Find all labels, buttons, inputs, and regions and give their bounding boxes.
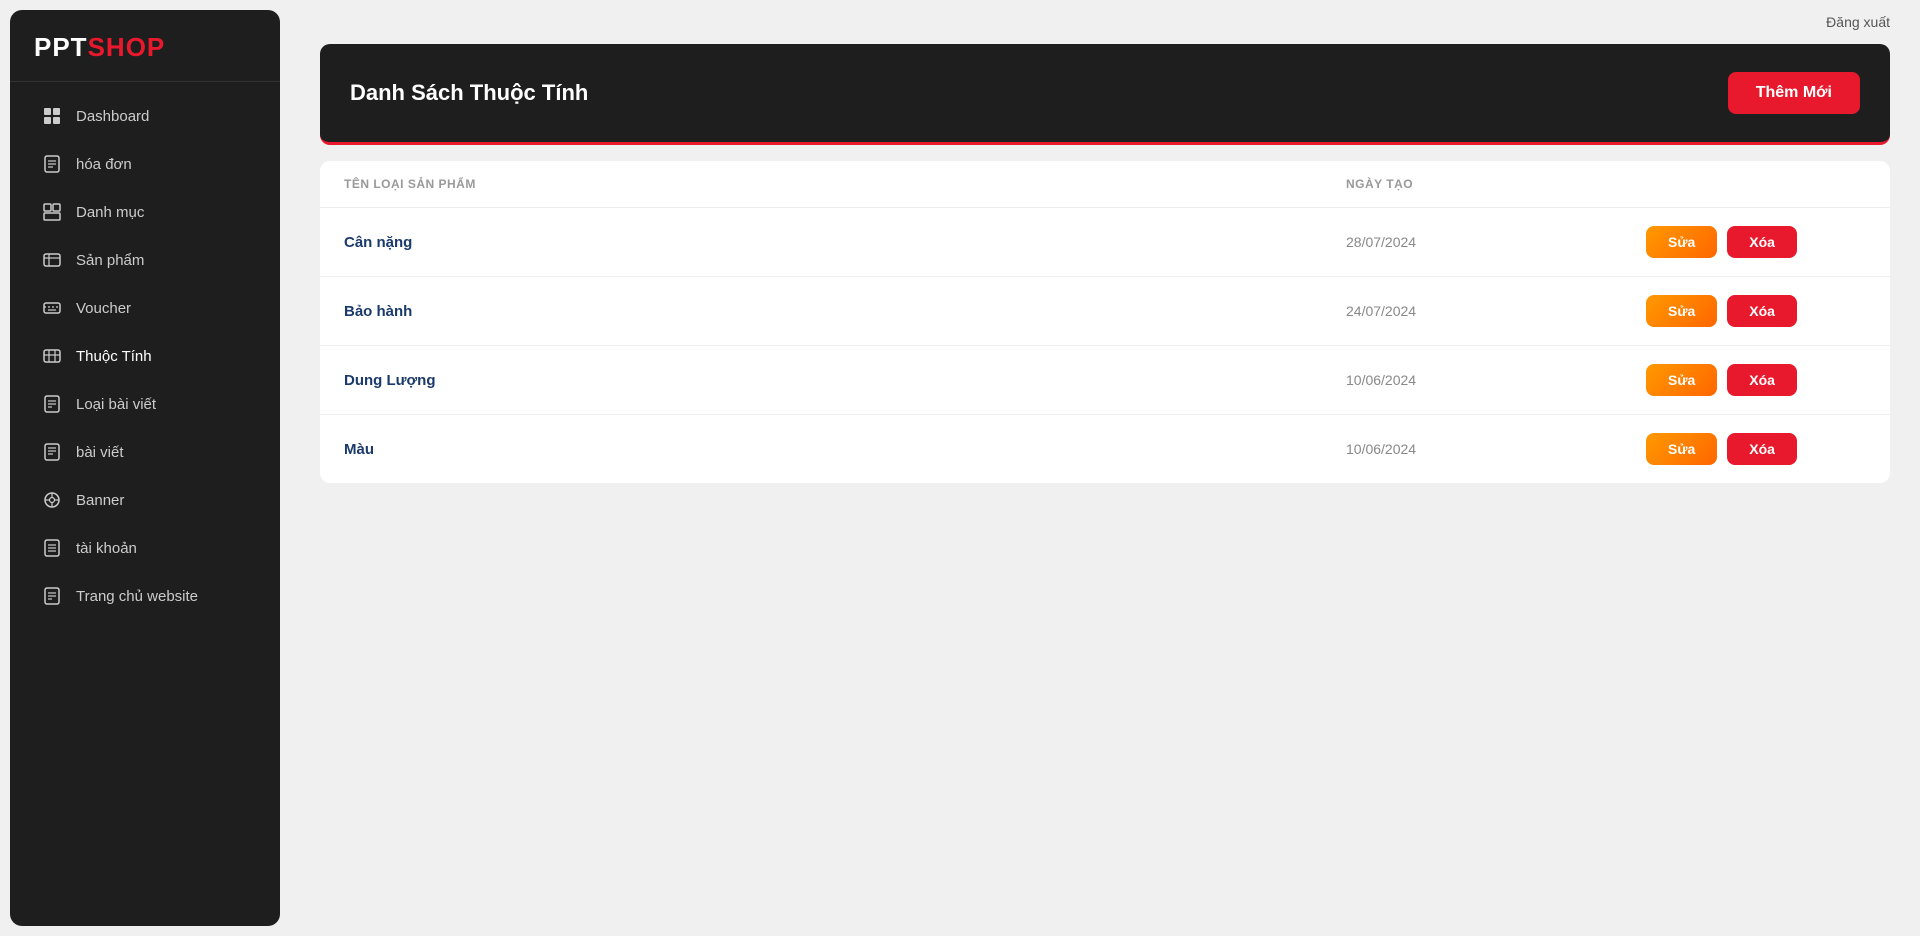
- edit-button-0[interactable]: Sửa: [1646, 226, 1717, 258]
- col-header-name: TÊN LOẠI SẢN PHẨM: [344, 177, 1346, 191]
- product-icon: [42, 250, 62, 270]
- sidebar-item-banner[interactable]: Banner: [18, 477, 272, 523]
- cell-actions-2: Sửa Xóa: [1646, 364, 1866, 396]
- add-new-button[interactable]: Thêm Mới: [1728, 72, 1860, 114]
- table-row: Bảo hành 24/07/2024 Sửa Xóa: [320, 277, 1890, 346]
- col-header-actions: [1646, 177, 1866, 191]
- sidebar-item-loai-bai-viet-label: Loại bài viết: [76, 396, 156, 413]
- article-icon: [42, 442, 62, 462]
- sidebar-item-tai-khoan-label: tài khoản: [76, 540, 137, 557]
- sidebar-item-banner-label: Banner: [76, 492, 124, 509]
- sidebar-item-trang-chu[interactable]: Trang chủ website: [18, 573, 272, 619]
- sidebar-item-danh-muc-label: Danh mục: [76, 204, 144, 221]
- delete-button-3[interactable]: Xóa: [1727, 433, 1797, 465]
- table-card: TÊN LOẠI SẢN PHẨM NGÀY TẠO Cân nặng 28/0…: [320, 161, 1890, 483]
- voucher-icon: [42, 298, 62, 318]
- category-icon: [42, 202, 62, 222]
- edit-button-3[interactable]: Sửa: [1646, 433, 1717, 465]
- col-header-date: NGÀY TẠO: [1346, 177, 1646, 191]
- sidebar-item-tai-khoan[interactable]: tài khoản: [18, 525, 272, 571]
- post-type-icon: [42, 394, 62, 414]
- sidebar-item-voucher[interactable]: Voucher: [18, 285, 272, 331]
- sidebar-item-danh-muc[interactable]: Danh mục: [18, 189, 272, 235]
- attribute-icon: [42, 346, 62, 366]
- sidebar-item-trang-chu-label: Trang chủ website: [76, 588, 198, 605]
- cell-name-0: Cân nặng: [344, 234, 1346, 251]
- cell-date-1: 24/07/2024: [1346, 303, 1646, 319]
- cell-name-2: Dung Lượng: [344, 372, 1346, 389]
- table-row: Màu 10/06/2024 Sửa Xóa: [320, 415, 1890, 483]
- delete-button-2[interactable]: Xóa: [1727, 364, 1797, 396]
- edit-button-2[interactable]: Sửa: [1646, 364, 1717, 396]
- logo: PPTSHOP: [10, 10, 280, 82]
- cell-actions-3: Sửa Xóa: [1646, 433, 1866, 465]
- table-header: TÊN LOẠI SẢN PHẨM NGÀY TẠO: [320, 161, 1890, 208]
- cell-actions-0: Sửa Xóa: [1646, 226, 1866, 258]
- logo-ppt: PPT: [34, 32, 88, 62]
- sidebar-item-san-pham-label: Sản phẩm: [76, 252, 144, 269]
- logout-button[interactable]: Đăng xuất: [1826, 14, 1890, 30]
- receipt-icon: [42, 154, 62, 174]
- edit-button-1[interactable]: Sửa: [1646, 295, 1717, 327]
- cell-date-3: 10/06/2024: [1346, 441, 1646, 457]
- sidebar-item-voucher-label: Voucher: [76, 300, 131, 317]
- sidebar-item-bai-viet-label: bài viết: [76, 444, 124, 461]
- header-card: Danh Sách Thuộc Tính Thêm Mới: [320, 44, 1890, 145]
- sidebar-item-hoa-don-label: hóa đơn: [76, 156, 132, 173]
- main-content: Đăng xuất Danh Sách Thuộc Tính Thêm Mới …: [290, 0, 1920, 936]
- sidebar-item-thuoc-tinh[interactable]: Thuộc Tính: [18, 333, 272, 379]
- cell-name-1: Bảo hành: [344, 303, 1346, 320]
- sidebar-item-bai-viet[interactable]: bài viết: [18, 429, 272, 475]
- sidebar-item-san-pham[interactable]: Sản phẩm: [18, 237, 272, 283]
- sidebar-item-hoa-don[interactable]: hóa đơn: [18, 141, 272, 187]
- banner-icon: [42, 490, 62, 510]
- delete-button-1[interactable]: Xóa: [1727, 295, 1797, 327]
- sidebar-item-thuoc-tinh-label: Thuộc Tính: [76, 348, 152, 365]
- grid-icon: [42, 106, 62, 126]
- cell-actions-1: Sửa Xóa: [1646, 295, 1866, 327]
- cell-date-2: 10/06/2024: [1346, 372, 1646, 388]
- table-row: Cân nặng 28/07/2024 Sửa Xóa: [320, 208, 1890, 277]
- sidebar-item-loai-bai-viet[interactable]: Loại bài viết: [18, 381, 272, 427]
- cell-date-0: 28/07/2024: [1346, 234, 1646, 250]
- topbar: Đăng xuất: [290, 0, 1920, 44]
- logo-shop: SHOP: [88, 32, 166, 62]
- sidebar-item-dashboard[interactable]: Dashboard: [18, 93, 272, 139]
- cell-name-3: Màu: [344, 441, 1346, 458]
- delete-button-0[interactable]: Xóa: [1727, 226, 1797, 258]
- sidebar: PPTSHOP Dashboard hóa đơn: [10, 10, 280, 926]
- home-icon: [42, 586, 62, 606]
- table-row: Dung Lượng 10/06/2024 Sửa Xóa: [320, 346, 1890, 415]
- page-title: Danh Sách Thuộc Tính: [350, 80, 588, 106]
- content-area: Danh Sách Thuộc Tính Thêm Mới TÊN LOẠI S…: [290, 44, 1920, 513]
- account-icon: [42, 538, 62, 558]
- table-body: Cân nặng 28/07/2024 Sửa Xóa Bảo hành 24/…: [320, 208, 1890, 483]
- sidebar-item-dashboard-label: Dashboard: [76, 108, 149, 125]
